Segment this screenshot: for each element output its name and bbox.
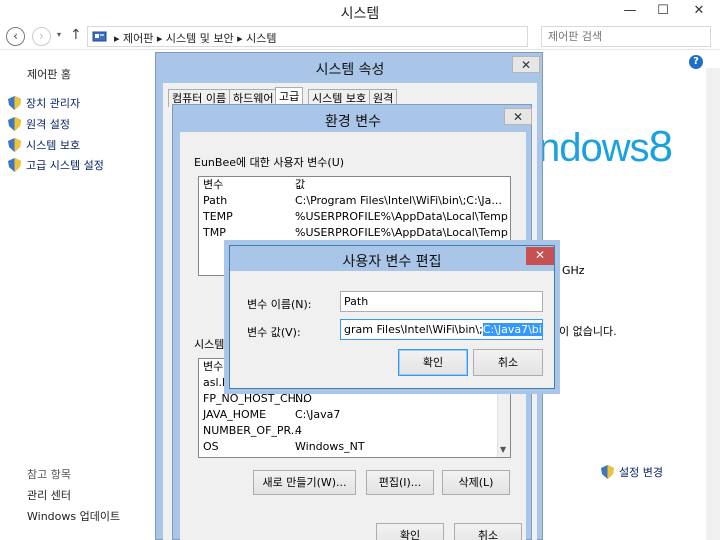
device-manager-label: 장치 관리자 [26,97,81,110]
remote-settings-link[interactable]: 원격 설정 [8,116,70,132]
advanced-system-settings-label: 고급 시스템 설정 [26,159,104,172]
variable-value-text: gram Files\Intel\WiFi\bin\; [344,323,483,336]
edit-cancel-button[interactable]: 취소 [473,349,543,376]
left-pane: 제어판 홈 장치 관리자 원격 설정 시스템 보호 고급 시스템 설정 참고 항… [0,50,155,540]
windows-version: 8 [648,122,674,171]
maximize-button[interactable]: ☐ [648,0,678,22]
variable-value: C:\Java7 [295,408,341,421]
up-button[interactable]: ↑ [70,27,82,43]
system-protection-link[interactable]: 시스템 보호 [8,137,80,153]
control-panel-home-link[interactable]: 제어판 홈 [27,66,71,82]
edit-dialog-titlebar: 사용자 변수 편집 ✕ [230,246,554,271]
edit-dialog-title: 사용자 변수 편집 [342,254,442,270]
variable-name: TMP [203,226,226,239]
edit-dialog-close-button[interactable]: ✕ [526,247,554,265]
advanced-system-settings-link[interactable]: 고급 시스템 설정 [8,157,104,173]
windows-update-link[interactable]: Windows 업데이트 [27,508,120,524]
windows-logo-text: ndows [538,126,650,170]
shield-icon [8,138,21,152]
table-row[interactable]: TEMP %USERPROFILE%\AppData\Local\Temp [199,209,510,225]
variable-name: NUMBER_OF_PR... [203,424,302,437]
table-row[interactable]: Path C:\Program Files\Intel\WiFi\bin\;C:… [199,193,510,209]
back-button[interactable]: ‹ [6,27,25,46]
env-ok-button[interactable]: 확인 [376,523,444,540]
variable-name: TEMP [203,210,233,223]
list-header: 변수 값 [199,177,510,193]
system-properties-title: 시스템 속성 [315,62,385,78]
variable-value: 4 [295,424,302,437]
device-manager-link[interactable]: 장치 관리자 [8,95,80,111]
close-button[interactable]: ✕ [682,0,716,22]
help-icon[interactable]: ? [689,55,703,69]
edit-ok-button[interactable]: 확인 [398,349,468,376]
windows-logo: ndows8 [538,122,674,172]
user-variables-label: EunBee에 대한 사용자 변수(U) [194,156,345,169]
variable-value-label: 변수 값(V): [247,326,301,339]
table-row[interactable]: FP_NO_HOST_CH... NO [199,391,510,407]
title-bar: 시스템 — ☐ ✕ [0,0,720,24]
table-row[interactable]: TMP %USERPROFILE%\AppData\Local\Temp [199,225,510,241]
breadcrumb[interactable]: ▸ 제어판 ▸ 시스템 및 보안 ▸ 시스템 [114,30,276,46]
variable-name: OS [203,440,219,453]
edit-variable-button[interactable]: 편집(I)... [366,470,434,495]
shield-icon [8,158,21,172]
see-also-header: 참고 항목 [27,468,71,481]
change-settings-label: 설정 변경 [619,466,663,479]
recent-pages-chevron-icon[interactable]: ▾ [57,30,61,39]
variable-value: C:\Program Files\Intel\WiFi\bin\;C:\Ja..… [295,194,502,207]
edit-user-variable-dialog: 사용자 변수 편집 ✕ 변수 이름(N): Path 변수 값(V): gram… [229,245,555,389]
environment-variables-close-button[interactable]: ✕ [504,108,532,125]
variable-name-field[interactable]: Path [340,291,543,312]
search-box[interactable] [541,26,711,47]
scroll-down-icon[interactable]: ▼ [500,445,506,454]
shield-icon [8,117,21,131]
variable-value: NO [295,392,312,405]
table-row[interactable]: JAVA_HOME C:\Java7 [199,407,510,423]
address-bar[interactable]: ▸ 제어판 ▸ 시스템 및 보안 ▸ 시스템 [87,26,528,47]
shield-icon [8,96,21,110]
system-variables-label: 시스템 [194,338,225,351]
control-panel-icon [92,30,108,43]
system-properties-close-button[interactable]: ✕ [512,56,540,73]
variable-value-field[interactable]: gram Files\Intel\WiFi\bin\;C:\Java7\bin; [340,319,543,340]
window-title: 시스템 [340,6,380,22]
table-row[interactable]: NUMBER_OF_PR... 4 [199,423,510,439]
variable-name: Path [203,194,228,207]
variable-value: %USERPROFILE%\AppData\Local\Temp [295,226,508,239]
column-header-value[interactable]: 값 [295,177,305,193]
column-header-variable[interactable]: 변수 [203,177,223,193]
shield-icon [601,465,614,479]
variable-value: %USERPROFILE%\AppData\Local\Temp [295,210,508,223]
variable-value: Windows_NT [295,440,365,453]
column-header-variable[interactable]: 변수 [203,359,223,375]
variable-name: FP_NO_HOST_CH... [203,392,307,405]
cpu-speed-text: GHz [562,264,585,277]
forward-button[interactable]: › [32,27,51,46]
pen-touch-text: 이 없습니다. [559,325,617,338]
variable-value-selection: C:\Java7\bin; [482,323,542,336]
env-cancel-button[interactable]: 취소 [454,523,522,540]
scrollbar[interactable] [706,68,720,540]
new-variable-button[interactable]: 새로 만들기(W)... [253,470,356,495]
system-protection-label: 시스템 보호 [26,139,81,152]
minimize-button[interactable]: — [615,0,645,22]
delete-variable-button[interactable]: 삭제(L) [442,470,510,495]
search-input[interactable] [542,27,702,46]
remote-settings-label: 원격 설정 [26,118,70,131]
environment-variables-title: 환경 변수 [325,114,381,130]
change-settings-link[interactable]: 설정 변경 [601,464,663,480]
table-row[interactable]: OS Windows_NT [199,439,510,455]
variable-name-label: 변수 이름(N): [247,298,312,311]
variable-name: JAVA_HOME [203,408,267,421]
action-center-link[interactable]: 관리 센터 [27,487,71,503]
